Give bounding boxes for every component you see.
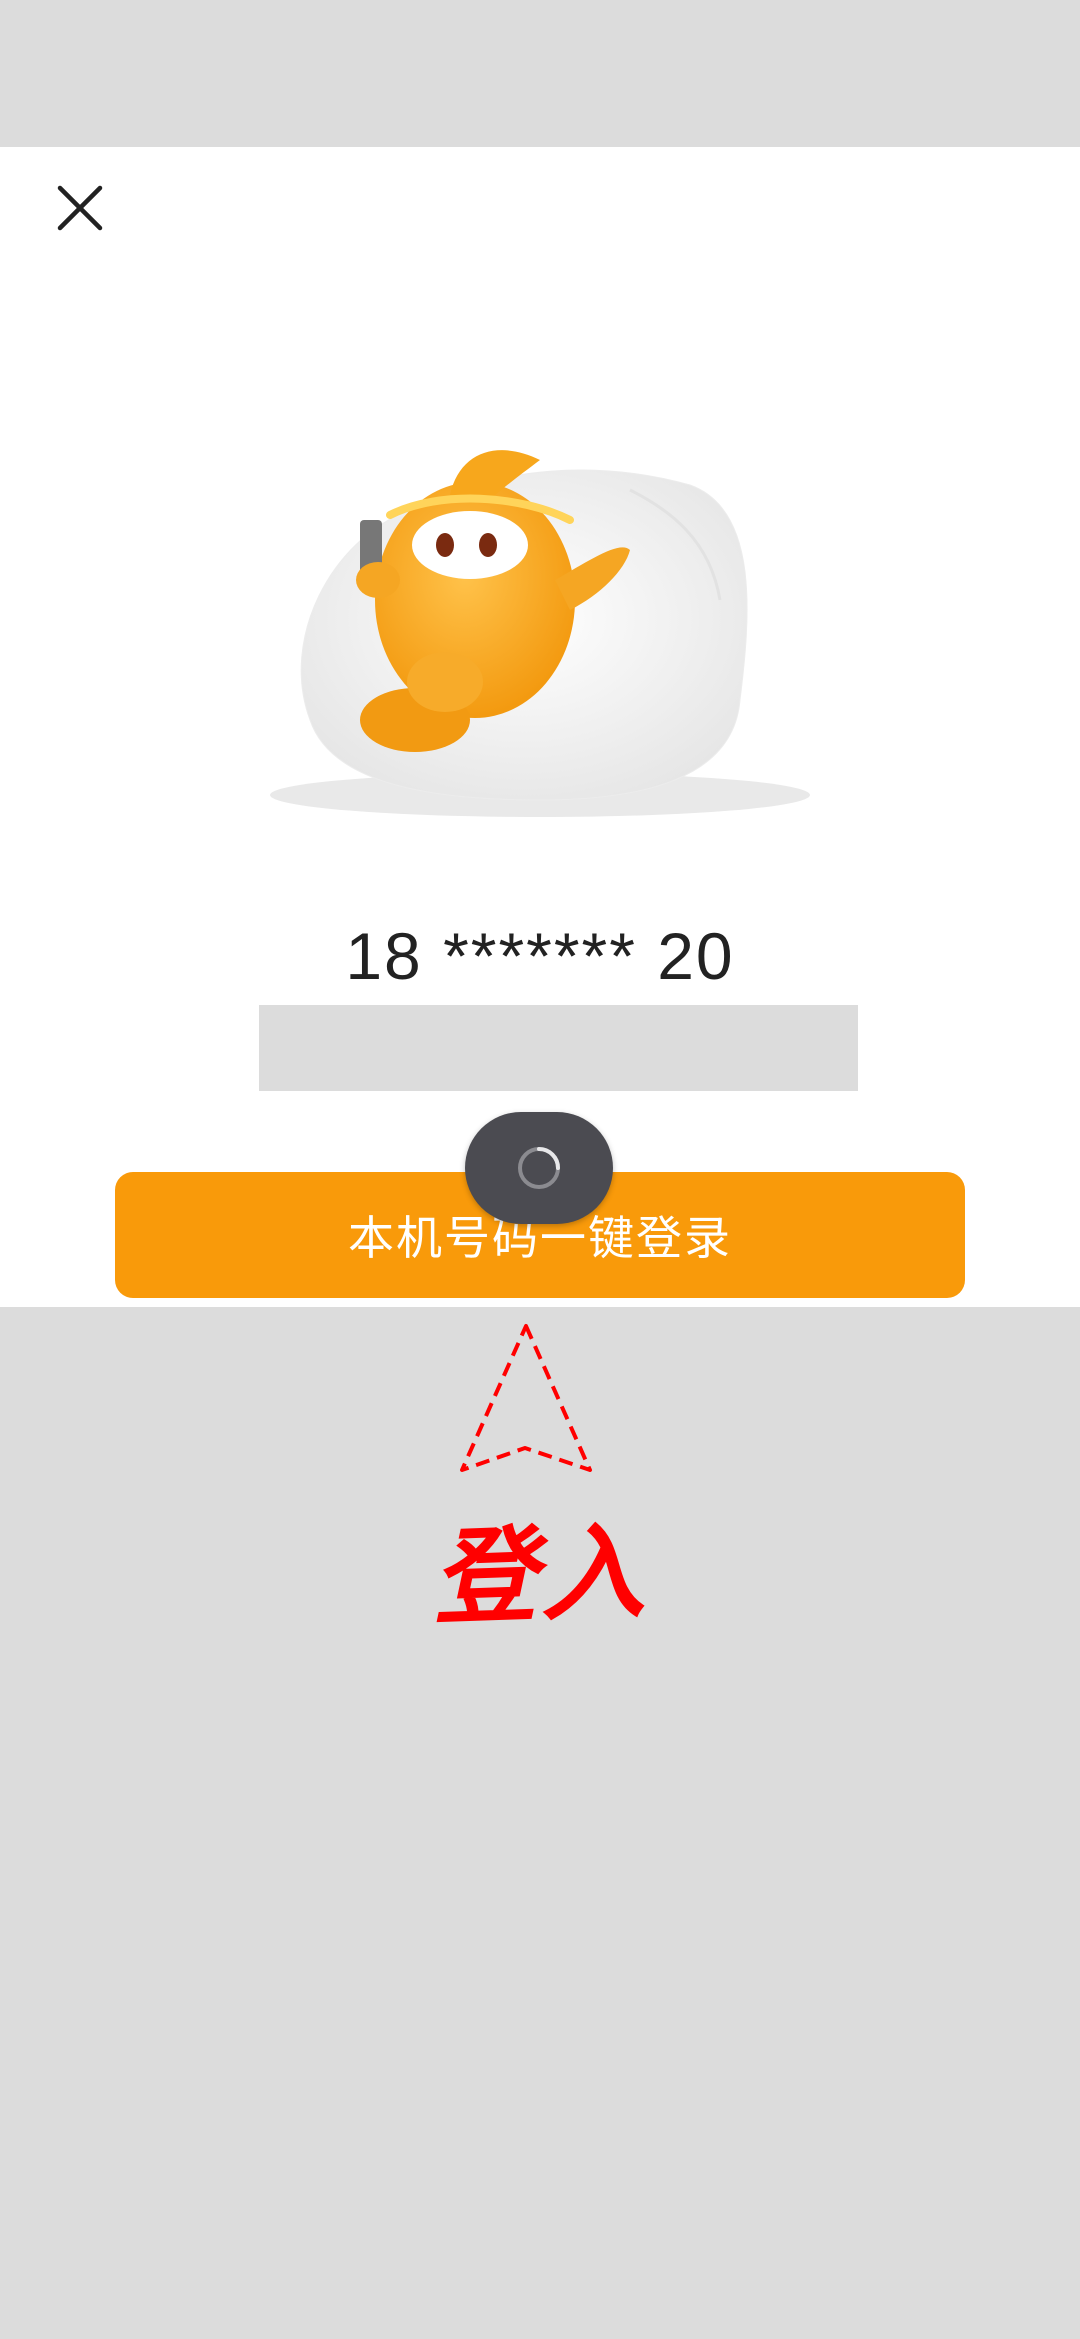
masked-phone-number: 18 ******* 20 <box>345 919 735 993</box>
close-button[interactable] <box>40 168 120 248</box>
redacted-carrier-text <box>259 1005 858 1091</box>
spinner-icon <box>518 1147 560 1189</box>
loading-toast <box>465 1112 613 1224</box>
mascot-illustration <box>270 450 810 817</box>
annotation-label: 登入 <box>430 1510 651 1640</box>
annotation-arrow-icon <box>460 1324 592 1472</box>
top-overlay-band <box>0 0 1080 147</box>
close-icon <box>57 185 103 231</box>
